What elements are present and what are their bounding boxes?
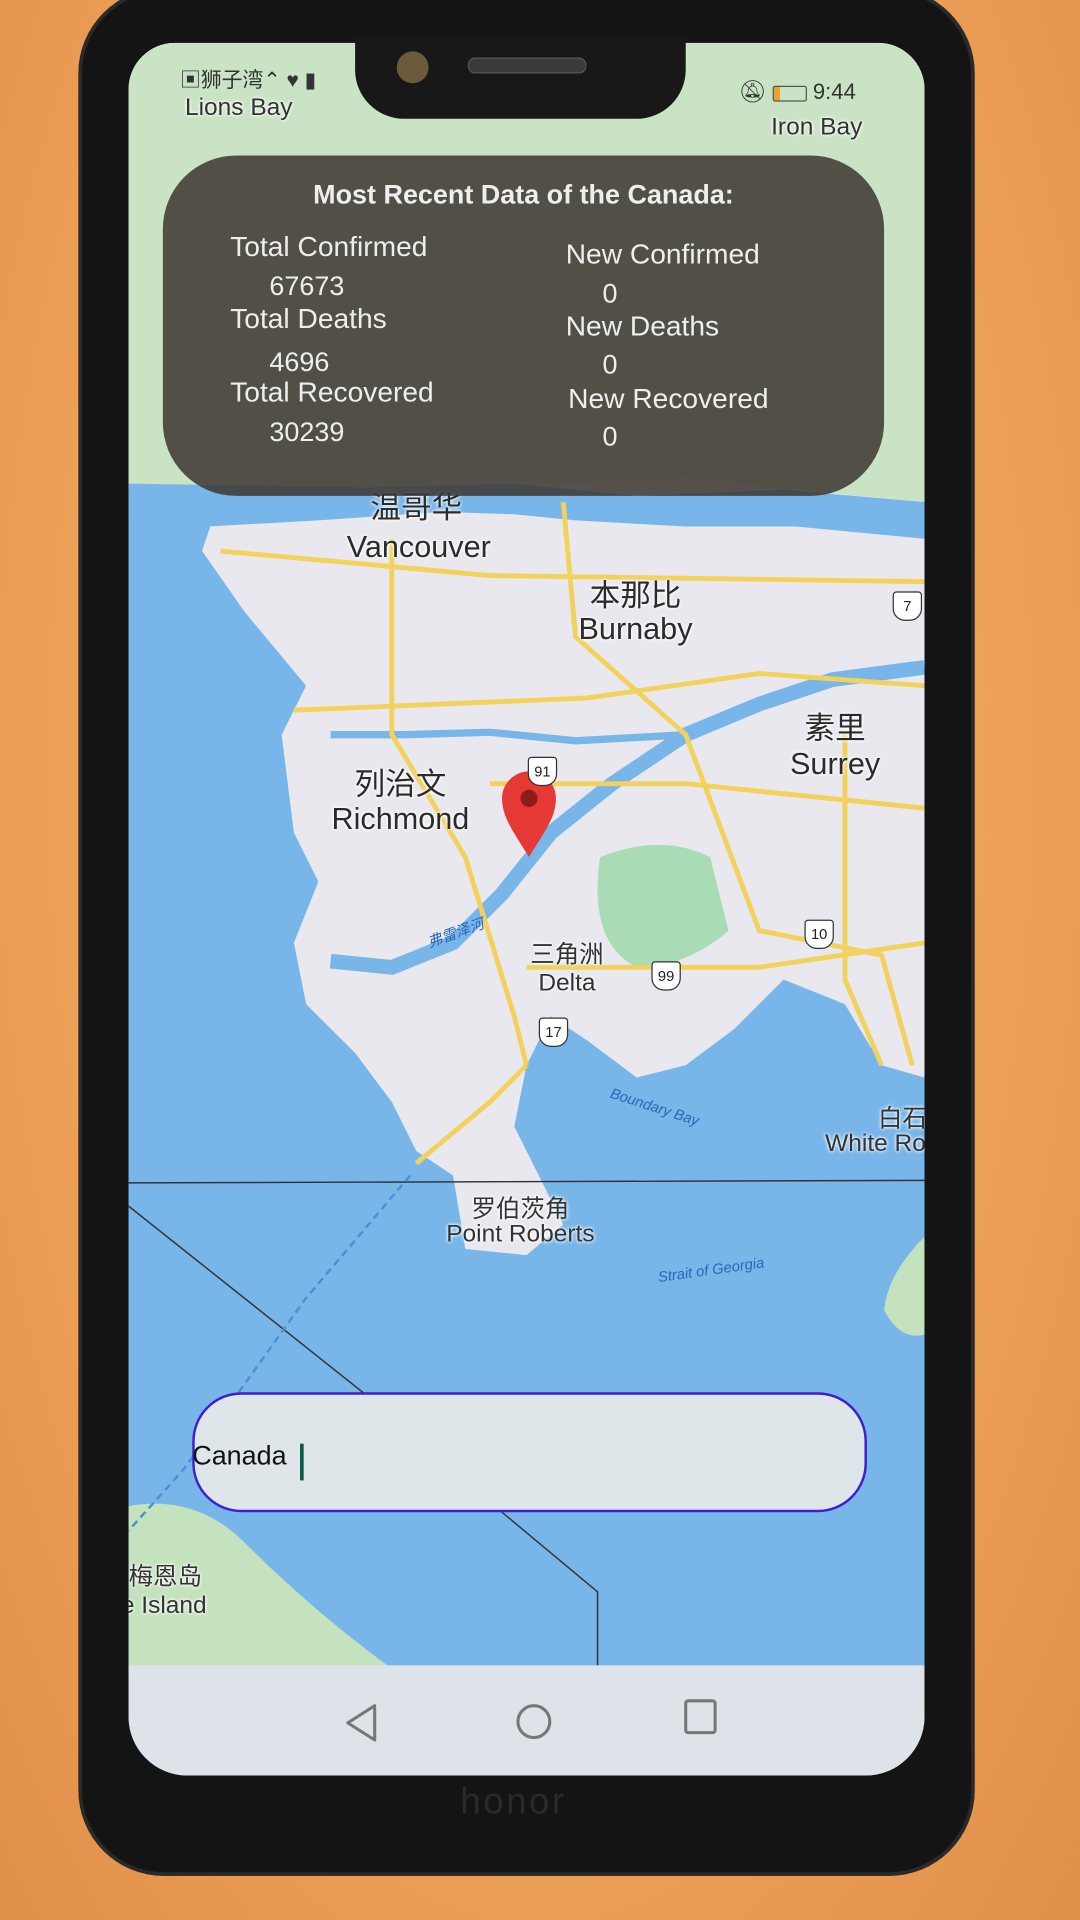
status-right: 🔕︎ 9:44 [738, 80, 855, 106]
map-label-burnaby: Burnaby [578, 612, 693, 647]
country-search-field[interactable] [192, 1392, 867, 1513]
up-arrow-icon: ⌃ [263, 68, 281, 92]
map-label-lions-bay: Lions Bay [184, 94, 293, 122]
battery-low-icon [772, 85, 807, 102]
status-left: ▣狮子湾⌃ ♥ ▮ [180, 62, 316, 93]
total-deaths-label: Total Deaths [230, 302, 387, 335]
total-confirmed-value: 67673 [269, 270, 345, 302]
map-label-point-roberts: Point Roberts [446, 1220, 595, 1248]
map-label-island: Mayne Island [129, 1591, 207, 1619]
honor-brand-logo: honor [460, 1781, 567, 1823]
heart-icon: ♥ [286, 68, 299, 92]
map-label-white-rock-cn: 白石 [877, 1105, 925, 1133]
text-caret [300, 1443, 304, 1481]
new-deaths-label: New Deaths [565, 309, 720, 342]
camera-notch [355, 36, 686, 119]
clock: 9:44 [812, 79, 856, 105]
map-label-vancouver: Vancouver [346, 530, 491, 565]
back-icon[interactable] [343, 1702, 380, 1744]
map-label-delta: Delta [538, 969, 596, 997]
bell-muted-icon: 🔕︎ [738, 79, 767, 105]
total-recovered-label: Total Recovered [230, 375, 434, 408]
country-search-input[interactable] [192, 1431, 829, 1481]
map-label-surrey: Surrey [790, 746, 881, 782]
total-deaths-value: 4696 [269, 346, 330, 378]
total-confirmed-label: Total Confirmed [230, 230, 428, 263]
notification-icon: ▣ [180, 68, 201, 92]
front-camera [396, 51, 429, 84]
covid-data-panel: Most Recent Data of the Canada: Total Co… [162, 155, 885, 496]
status-location-text: 狮子湾 [200, 68, 264, 92]
map-label-iron-bay: Iron Bay [771, 113, 863, 141]
highway-shield-91: 91 [527, 756, 558, 787]
map-label-point-roberts-cn: 罗伯茨角 [471, 1196, 570, 1224]
map-label-delta-cn: 三角洲 [530, 941, 604, 969]
warning-icon: ▮ [304, 68, 317, 92]
recents-icon[interactable] [683, 1698, 717, 1737]
map-label-white-rock: White Rock [825, 1130, 925, 1158]
map-label-richmond-cn: 列治文 [354, 767, 447, 803]
earpiece-speaker [467, 57, 587, 74]
map-label-surrey-cn: 素里 [804, 711, 866, 746]
new-deaths-value: 0 [602, 348, 618, 380]
highway-shield-99: 99 [651, 961, 681, 991]
map-label-richmond: Richmond [331, 802, 470, 837]
map-label-burnaby-cn: 本那比 [589, 579, 682, 614]
map-label-island-cn: 梅恩岛 [128, 1563, 203, 1591]
highway-shield-7: 7 [892, 591, 923, 621]
new-recovered-label: New Recovered [568, 382, 769, 414]
total-recovered-value: 30239 [269, 416, 345, 447]
navigation-bar [128, 1665, 925, 1776]
photo-stage: Lions Bay Iron Bay 温哥华 Vancouver 本那比 Bur… [0, 0, 1080, 1920]
home-icon[interactable] [514, 1702, 553, 1741]
new-confirmed-value: 0 [602, 277, 618, 309]
panel-title: Most Recent Data of the Canada: [313, 178, 734, 210]
new-recovered-value: 0 [602, 421, 618, 452]
highway-shield-17: 17 [538, 1017, 569, 1047]
new-confirmed-label: New Confirmed [565, 237, 760, 270]
highway-shield-10: 10 [804, 919, 834, 949]
